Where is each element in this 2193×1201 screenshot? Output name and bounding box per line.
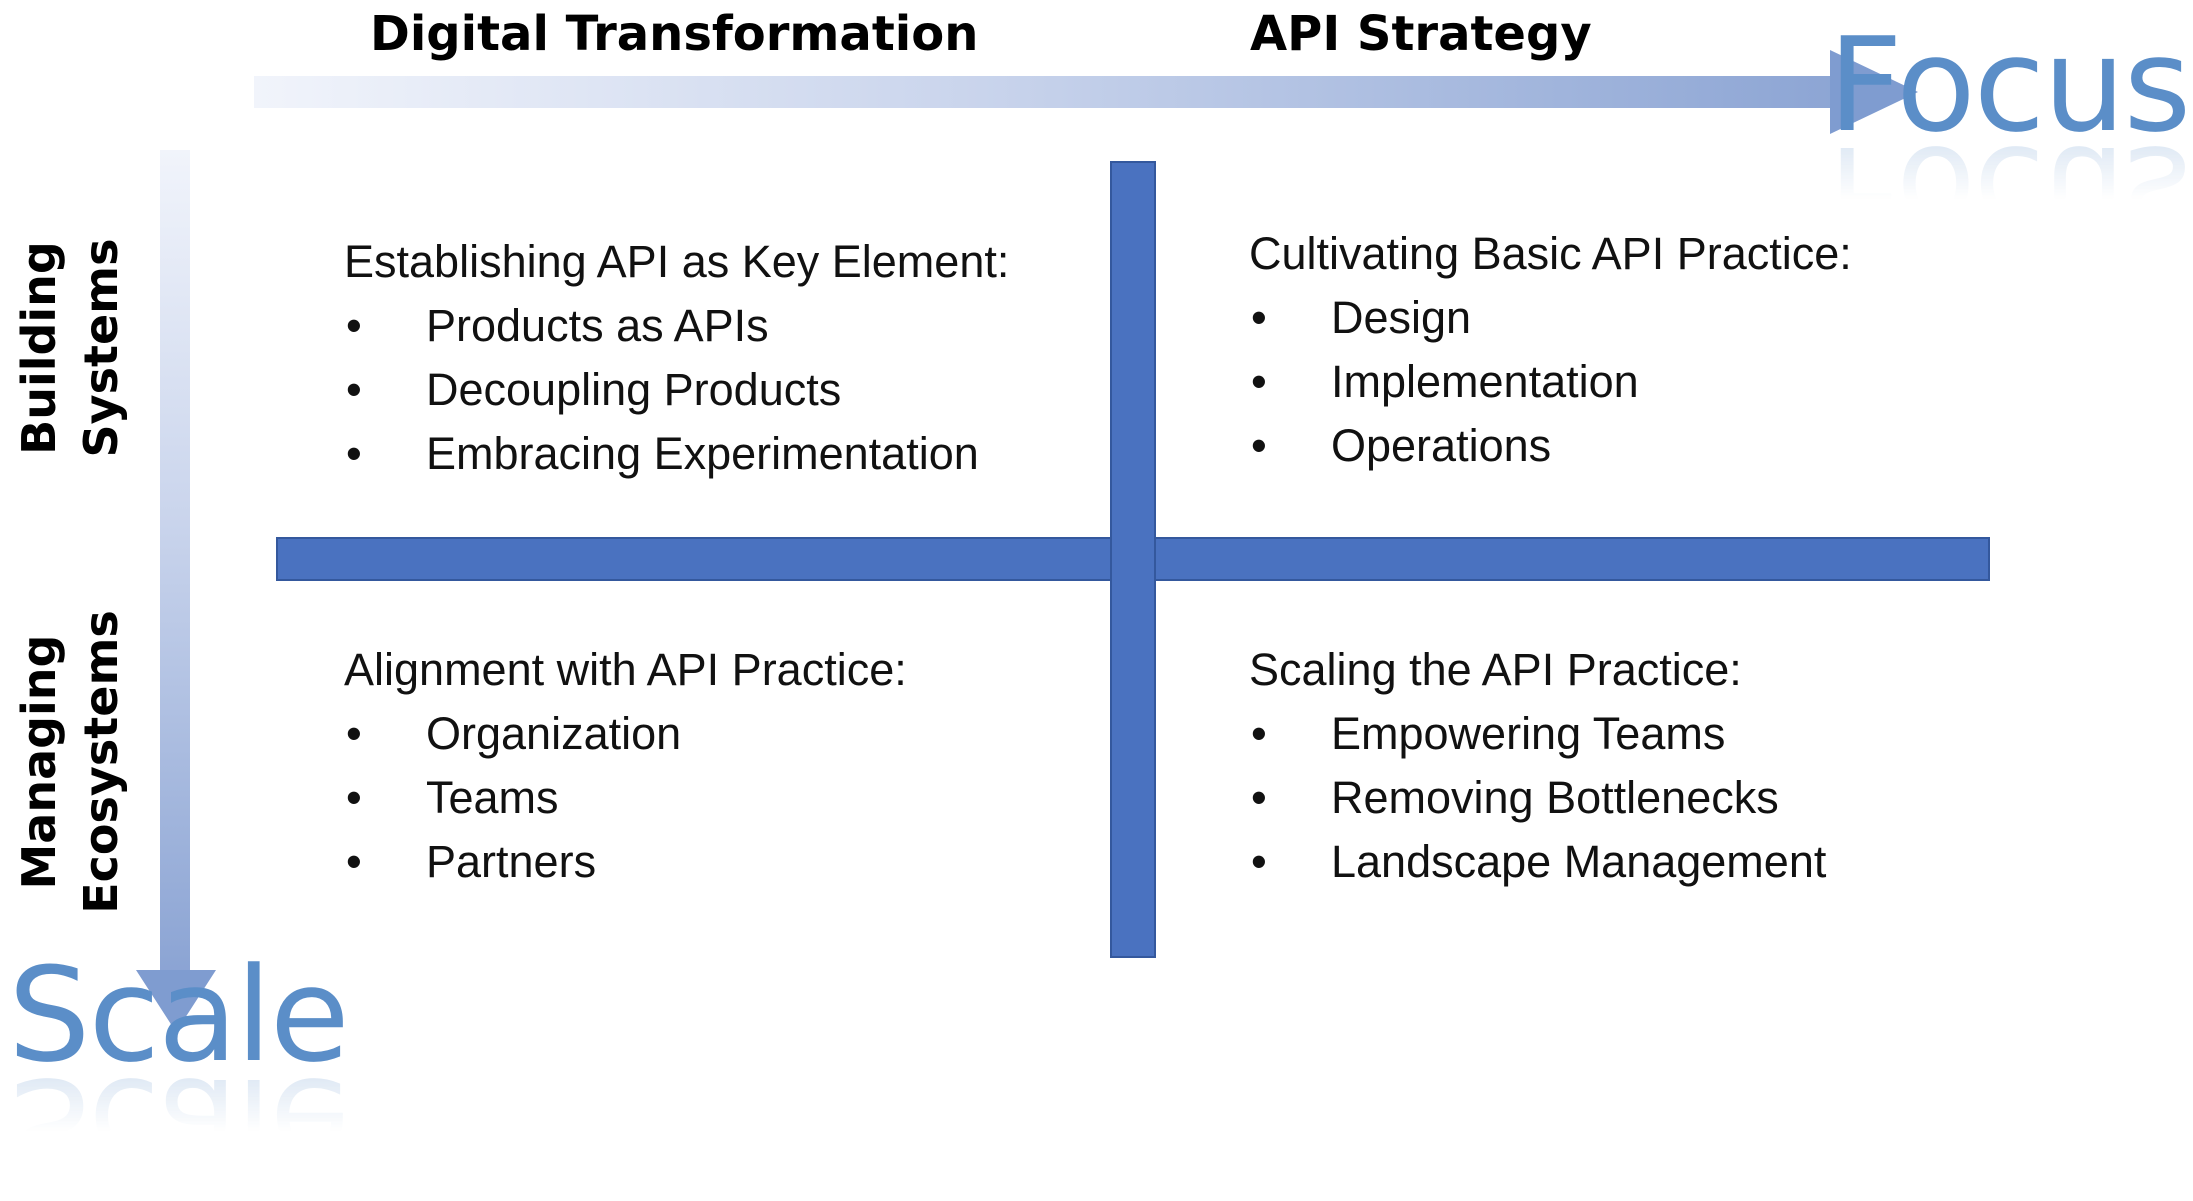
list-item-text: Embracing Experimentation bbox=[426, 428, 979, 479]
list-item: • Operations bbox=[1249, 414, 1852, 478]
list-item: • Implementation bbox=[1249, 350, 1852, 414]
list-item: • Products as APIs bbox=[344, 294, 1009, 358]
list-item: • Landscape Management bbox=[1249, 830, 1826, 894]
bullet-icon: • bbox=[346, 428, 362, 479]
row-label-managing: Managing bbox=[12, 634, 66, 890]
bullet-icon: • bbox=[1251, 708, 1267, 759]
cross-center bbox=[1112, 539, 1154, 579]
list-item-text: Decoupling Products bbox=[426, 364, 842, 415]
row-label-managing-ecosystems: Managing Ecosystems bbox=[8, 610, 132, 914]
quadrant-top-right: Cultivating Basic API Practice: • Design … bbox=[1249, 222, 1852, 478]
bullet-icon: • bbox=[1251, 292, 1267, 343]
column-header-api-strategy: API Strategy bbox=[1250, 6, 1592, 62]
bullet-icon: • bbox=[1251, 356, 1267, 407]
bullet-icon: • bbox=[1251, 420, 1267, 471]
list-item-text: Landscape Management bbox=[1331, 836, 1827, 887]
quadrant-title: Cultivating Basic API Practice: bbox=[1249, 228, 1852, 279]
quadrant-list: • Products as APIs • Decoupling Products •… bbox=[344, 294, 1009, 486]
list-item: • Teams bbox=[344, 766, 907, 830]
quadrant-top-left: Establishing API as Key Element: • Produc… bbox=[344, 230, 1009, 486]
quadrant-bottom-left: Alignment with API Practice: • Organizati… bbox=[344, 638, 907, 894]
scale-axis-reflection: Scale bbox=[8, 1049, 348, 1201]
list-item-text: Design bbox=[1331, 292, 1472, 343]
row-label-building-systems: Building Systems bbox=[8, 239, 132, 458]
list-item-text: Operations bbox=[1331, 420, 1552, 471]
quadrant-list: • Organization • Teams • Partners bbox=[344, 702, 907, 894]
column-header-digital-transformation: Digital Transformation bbox=[370, 6, 979, 62]
row-label-ecosystems: Ecosystems bbox=[74, 610, 128, 914]
list-item: • Empowering Teams bbox=[1249, 702, 1826, 766]
bullet-icon: • bbox=[1251, 772, 1267, 823]
quadrant-title: Scaling the API Practice: bbox=[1249, 644, 1742, 695]
quadrant-title: Alignment with API Practice: bbox=[344, 644, 907, 695]
quadrant-list: • Design • Implementation • Operations bbox=[1249, 286, 1852, 478]
bullet-icon: • bbox=[1251, 836, 1267, 887]
bullet-icon: • bbox=[346, 364, 362, 415]
bullet-icon: • bbox=[346, 300, 362, 351]
list-item-text: Removing Bottlenecks bbox=[1331, 772, 1779, 823]
list-item-text: Partners bbox=[426, 836, 597, 887]
list-item: • Partners bbox=[344, 830, 907, 894]
list-item-text: Products as APIs bbox=[426, 300, 769, 351]
scale-arrow-shaft bbox=[160, 150, 190, 980]
bullet-icon: • bbox=[346, 708, 362, 759]
list-item-text: Organization bbox=[426, 708, 682, 759]
list-item: • Removing Bottlenecks bbox=[1249, 766, 1826, 830]
list-item: • Organization bbox=[344, 702, 907, 766]
focus-arrow-shaft bbox=[254, 76, 1874, 108]
list-item-text: Empowering Teams bbox=[1331, 708, 1726, 759]
quadrant-title: Establishing API as Key Element: bbox=[344, 236, 1010, 287]
row-label-building: Building bbox=[12, 241, 66, 455]
bullet-icon: • bbox=[346, 772, 362, 823]
quadrant-bottom-right: Scaling the API Practice: • Empowering Te… bbox=[1249, 638, 1826, 894]
row-label-systems: Systems bbox=[74, 238, 128, 458]
list-item: • Decoupling Products bbox=[344, 358, 1009, 422]
bullet-icon: • bbox=[346, 836, 362, 887]
list-item-text: Teams bbox=[426, 772, 559, 823]
quadrant-list: • Empowering Teams • Removing Bottlenecks … bbox=[1249, 702, 1826, 894]
list-item-text: Implementation bbox=[1331, 356, 1639, 407]
list-item: • Embracing Experimentation bbox=[344, 422, 1009, 486]
list-item: • Design bbox=[1249, 286, 1852, 350]
focus-axis-reflection: Focus bbox=[1828, 117, 2190, 269]
